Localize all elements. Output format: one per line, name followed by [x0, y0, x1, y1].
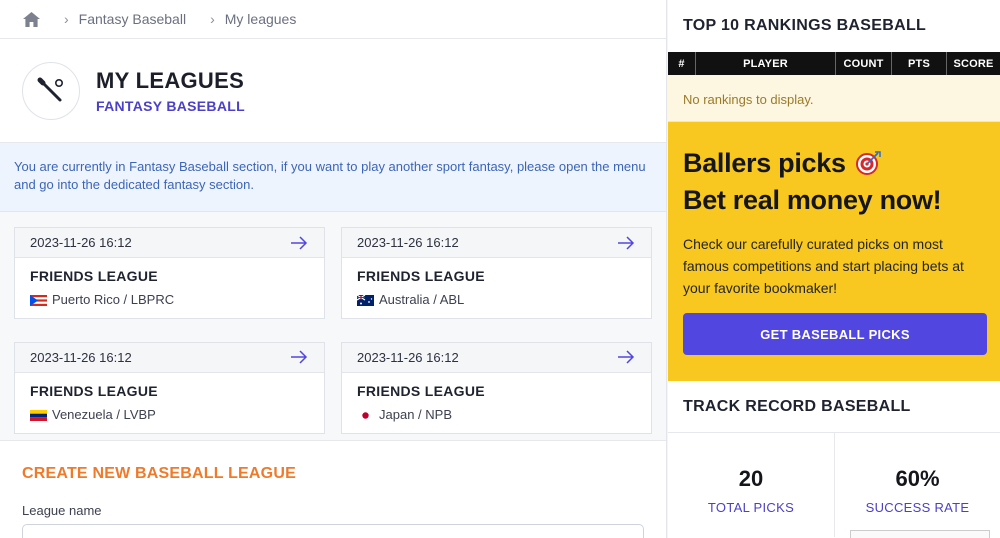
page-header: MY LEAGUES FANTASY BASEBALL: [0, 39, 666, 143]
rankings-col-rank: #: [668, 52, 696, 75]
breadcrumb: › Fantasy Baseball › My leagues: [0, 0, 666, 39]
league-date: 2023-11-26 16:12: [357, 349, 459, 365]
promo-title-line1: Ballers picks: [683, 148, 846, 178]
league-name-input[interactable]: [22, 524, 644, 538]
create-league-section: CREATE NEW BASEBALL LEAGUE League name: [0, 441, 666, 538]
page-subtitle: FANTASY BASEBALL: [96, 97, 245, 114]
stat-value: 60%: [895, 466, 940, 491]
arrow-right-icon[interactable]: [617, 350, 635, 364]
track-record-stats: 20 TOTAL PICKS 60% SUCCESS RATE: [668, 433, 1000, 537]
promo-title: Ballers picks Bet real money now!: [683, 146, 986, 217]
league-card[interactable]: 2023-11-26 16:12 FRIENDS LEAGUE Venezuel…: [14, 341, 325, 434]
home-icon[interactable]: [22, 10, 40, 28]
rankings-empty-message: No rankings to display.: [668, 75, 1000, 122]
stat-success-rate: 60% SUCCESS RATE: [834, 433, 1000, 537]
league-name: FRIENDS LEAGUE: [357, 268, 485, 284]
preview-thumbnail: [850, 530, 990, 538]
stat-value: 20: [738, 466, 764, 491]
japan-flag-icon: [357, 409, 374, 421]
chevron-right-icon: ›: [210, 11, 215, 27]
league-name: FRIENDS LEAGUE: [30, 268, 158, 284]
puerto-rico-flag-icon: [30, 294, 47, 306]
league-location: Venezuela / LVBP: [52, 406, 156, 422]
breadcrumb-my-leagues[interactable]: My leagues: [225, 11, 297, 27]
main-content: › Fantasy Baseball › My leagues MY LEAGU…: [0, 0, 667, 538]
league-location: Puerto Rico / LBPRC: [52, 292, 175, 307]
league-card[interactable]: 2023-11-26 16:12 FRIENDS LEAGUE Puerto R…: [14, 227, 325, 319]
rankings-col-score: SCORE: [953, 57, 994, 70]
page-title: MY LEAGUES: [96, 67, 245, 93]
track-record-title: TRACK RECORD BASEBALL: [668, 381, 1000, 433]
target-icon: [855, 149, 881, 183]
league-card[interactable]: 2023-11-26 16:12 FRIENDS LEAGUE Australi…: [341, 227, 652, 319]
arrow-right-icon[interactable]: [290, 235, 308, 250]
league-date: 2023-11-26 16:12: [30, 235, 132, 250]
league-name-label: League name: [22, 503, 102, 518]
create-league-title: CREATE NEW BASEBALL LEAGUE: [22, 465, 296, 482]
league-location: Australia / ABL: [379, 292, 465, 307]
get-picks-button[interactable]: GET BASEBALL PICKS: [683, 313, 987, 355]
league-grid: 2023-11-26 16:12 FRIENDS LEAGUE Puerto R…: [0, 212, 666, 441]
breadcrumb-fantasy-baseball[interactable]: Fantasy Baseball: [79, 11, 186, 27]
chevron-right-icon: ›: [64, 11, 69, 27]
australia-flag-icon: [356, 294, 374, 306]
league-name: FRIENDS LEAGUE: [357, 382, 485, 399]
stat-label: TOTAL PICKS: [707, 500, 795, 515]
league-card[interactable]: 2023-11-26 16:12 FRIENDS LEAGUE Japan / …: [341, 341, 652, 434]
baseball-bat-icon: [22, 61, 80, 120]
stat-label: SUCCESS RATE: [865, 500, 970, 515]
league-location: Japan / NPB: [379, 406, 452, 422]
rankings-col-player: PLAYER: [696, 52, 836, 75]
rankings-title: TOP 10 RANKINGS BASEBALL: [683, 17, 927, 34]
league-date: 2023-11-26 16:12: [357, 235, 459, 250]
league-date: 2023-11-26 16:12: [30, 349, 132, 365]
arrow-right-icon[interactable]: [617, 235, 635, 250]
stat-total-picks: 20 TOTAL PICKS: [668, 433, 834, 537]
rankings-table-header: # PLAYER COUNT PTS SCORE: [668, 52, 1000, 75]
rankings-col-count: COUNT: [836, 52, 892, 75]
venezuela-flag-icon: [30, 409, 47, 421]
promo-title-line2: Bet real money now!: [683, 185, 942, 215]
promo-text: Check our carefully curated picks on mos…: [683, 236, 964, 296]
league-name: FRIENDS LEAGUE: [30, 382, 158, 399]
promo-banner: Ballers picks Bet real money now! Check …: [668, 122, 1000, 381]
section-notice: You are currently in Fantasy Baseball se…: [0, 143, 666, 212]
rankings-col-pts: PTS: [892, 52, 947, 75]
arrow-right-icon[interactable]: [290, 350, 308, 364]
sidebar: TOP 10 RANKINGS BASEBALL # PLAYER COUNT …: [668, 0, 1000, 538]
